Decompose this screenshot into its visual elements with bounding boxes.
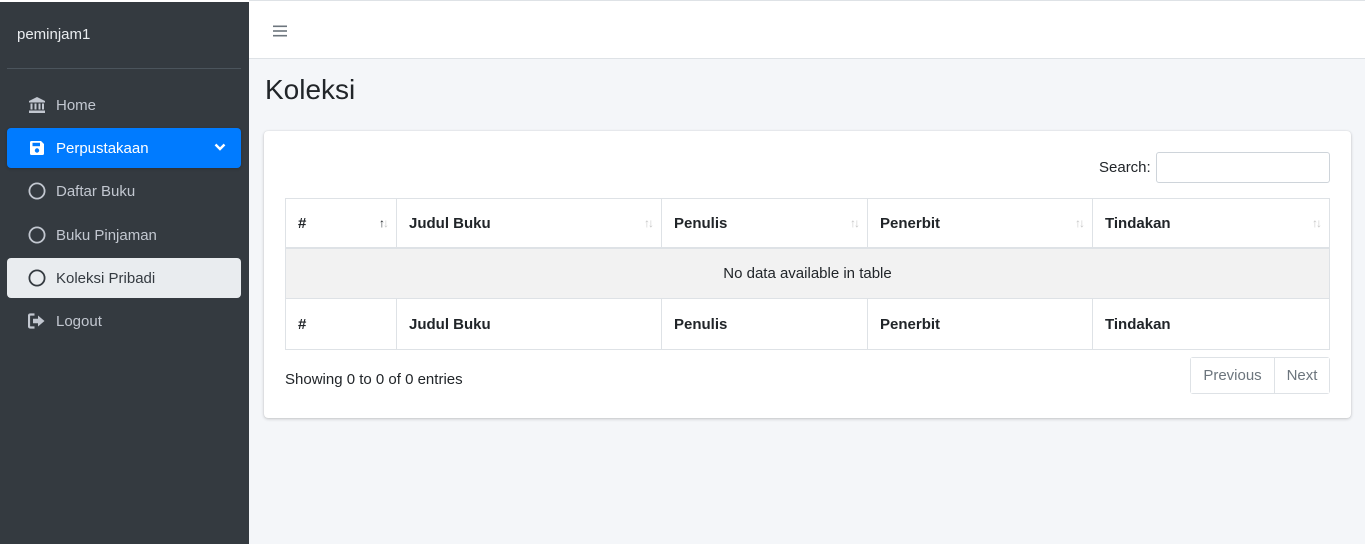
column-header-label: #	[298, 214, 307, 232]
sidebar-item-label: Daftar Buku	[56, 182, 136, 200]
sidebar-item-perpustakaan[interactable]: Perpustakaan	[7, 128, 241, 168]
column-header-label: Penerbit	[880, 214, 941, 232]
sidebar-item-label: Buku Pinjaman	[56, 226, 157, 244]
table-header-row: # ↑↓ Judul Buku ↑↓ Penulis ↑↓ Penerbit ↑…	[286, 199, 1329, 249]
column-header-label: Judul Buku	[409, 214, 491, 232]
column-header-judul-buku[interactable]: Judul Buku ↑↓	[397, 199, 662, 247]
sort-ascending-icon: ↑↓	[379, 216, 389, 230]
sidebar-item-label: Perpustakaan	[56, 139, 149, 157]
sort-icon: ↑↓	[1075, 216, 1085, 230]
hamburger-icon[interactable]	[272, 23, 288, 39]
sidebar-item-koleksi-pribadi[interactable]: Koleksi Pribadi	[7, 258, 241, 298]
column-header-penulis[interactable]: Penulis ↑↓	[662, 199, 868, 247]
column-footer-tindakan: Tindakan	[1105, 315, 1171, 333]
sign-out-icon	[27, 311, 47, 331]
empty-table-message: No data available in table	[286, 249, 1329, 299]
collection-card: Search: # ↑↓ Judul Buku ↑↓ Penulis ↑↓ Pe…	[264, 131, 1351, 418]
sort-icon: ↑↓	[644, 216, 654, 230]
sidebar: peminjam1 Home Perpustakaan Daftar Buku …	[0, 0, 249, 544]
sidebar-item-label: Koleksi Pribadi	[56, 269, 156, 287]
search-input[interactable]	[1156, 152, 1330, 183]
chevron-down-icon	[214, 143, 226, 151]
search-label: Search:	[1099, 159, 1151, 176]
circle-icon	[27, 268, 47, 288]
column-header-penerbit[interactable]: Penerbit ↑↓	[868, 199, 1093, 247]
sort-icon: ↑↓	[1312, 216, 1322, 230]
column-footer-penulis: Penulis	[662, 299, 868, 349]
column-footer-judul-buku: Judul Buku	[397, 299, 662, 349]
sidebar-item-daftar-buku[interactable]: Daftar Buku	[7, 171, 241, 211]
column-footer-penerbit: Penerbit	[868, 299, 1093, 349]
column-header-label: Penulis	[674, 214, 728, 232]
sidebar-item-buku-pinjaman[interactable]: Buku Pinjaman	[7, 215, 241, 255]
sidebar-item-logout[interactable]: Logout	[7, 301, 241, 341]
save-icon	[27, 138, 47, 158]
table-footer-row: # Judul Buku Penulis Penerbit Tindakan	[286, 299, 1329, 349]
table-info: Showing 0 to 0 of 0 entries	[285, 371, 463, 388]
brand-divider	[7, 68, 241, 69]
collection-table: # ↑↓ Judul Buku ↑↓ Penulis ↑↓ Penerbit ↑…	[285, 198, 1330, 350]
column-header-number[interactable]: # ↑↓	[286, 199, 397, 247]
page-title: Koleksi	[265, 74, 356, 105]
pagination: Previous Next	[1190, 357, 1330, 394]
column-header-label: Tindakan	[1105, 214, 1171, 232]
sidebar-item-label: Logout	[56, 312, 102, 330]
sidebar-item-label: Home	[56, 96, 97, 114]
column-header-tindakan[interactable]: Tindakan ↑↓	[1093, 199, 1329, 247]
brand-user-name[interactable]: peminjam1	[17, 26, 90, 43]
previous-page-button[interactable]: Previous	[1191, 358, 1275, 393]
landmark-icon	[27, 95, 47, 115]
circle-icon	[27, 181, 47, 201]
next-page-button[interactable]: Next	[1275, 358, 1329, 393]
circle-icon	[27, 225, 47, 245]
top-navbar	[249, 0, 1365, 59]
sidebar-top-edge	[0, 0, 249, 2]
sidebar-item-home[interactable]: Home	[7, 85, 241, 125]
sort-icon: ↑↓	[850, 216, 860, 230]
column-footer-number: #	[286, 299, 397, 349]
